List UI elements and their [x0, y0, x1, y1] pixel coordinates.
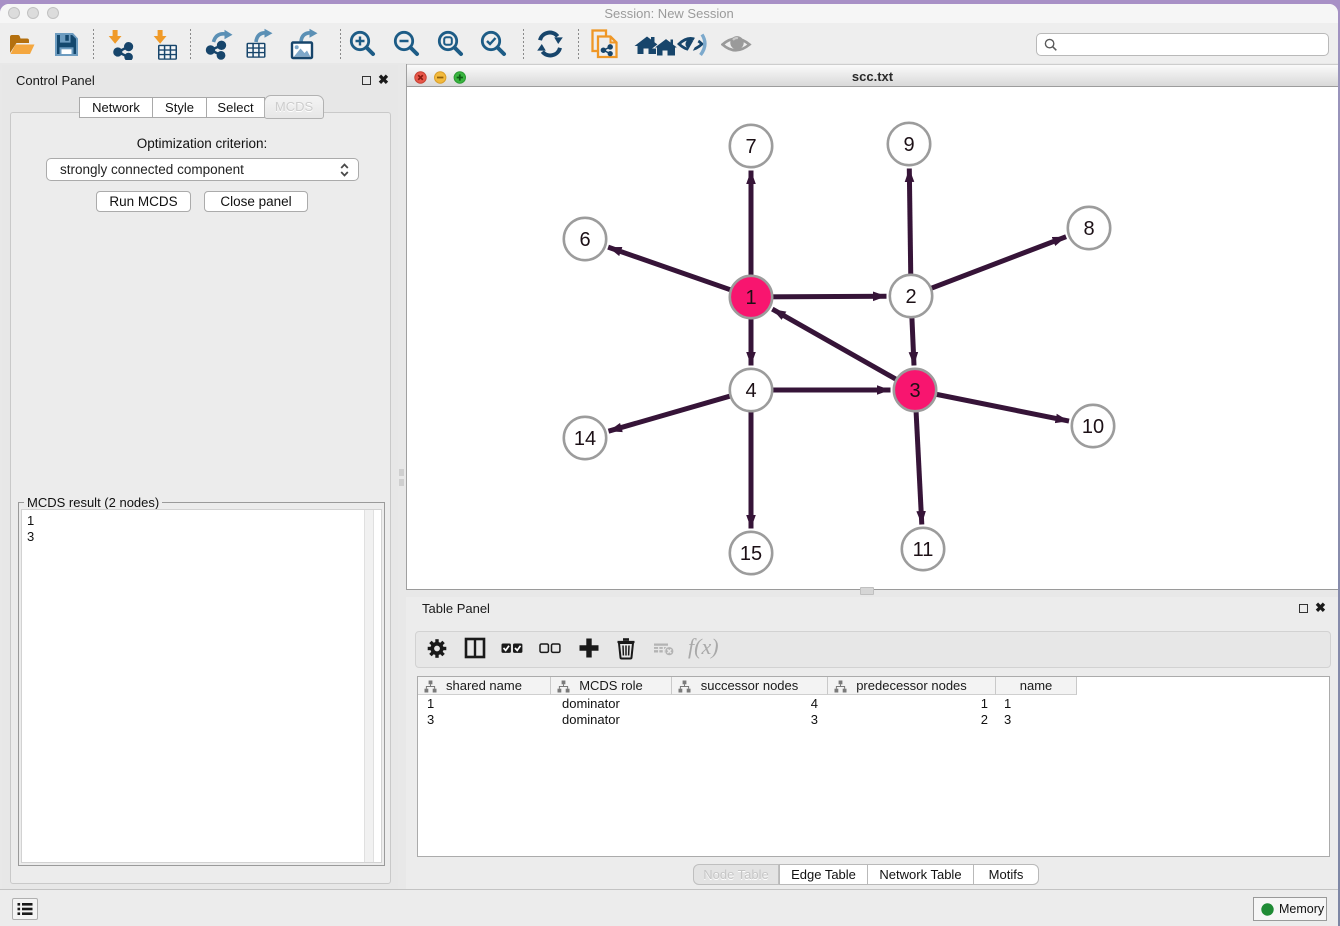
- svg-text:14: 14: [574, 428, 596, 450]
- svg-text:3: 3: [909, 380, 920, 402]
- svg-text:10: 10: [1082, 416, 1104, 438]
- svg-text:11: 11: [913, 539, 934, 561]
- svg-text:7: 7: [745, 136, 756, 158]
- svg-text:4: 4: [745, 380, 756, 402]
- svg-text:9: 9: [903, 134, 914, 156]
- svg-text:15: 15: [740, 543, 762, 565]
- svg-text:6: 6: [579, 229, 590, 251]
- svg-text:2: 2: [905, 286, 916, 308]
- svg-text:1: 1: [745, 287, 756, 309]
- svg-text:8: 8: [1083, 218, 1094, 240]
